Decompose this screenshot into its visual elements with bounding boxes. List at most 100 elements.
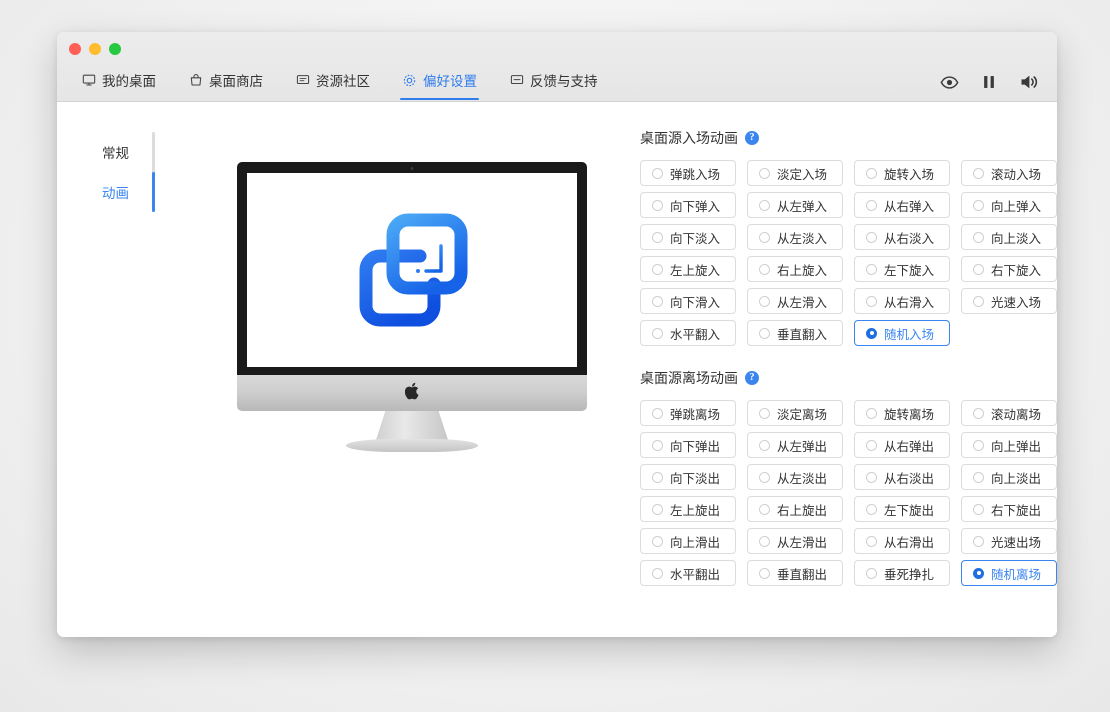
radio-icon — [973, 535, 984, 547]
tab-preferences[interactable]: 偏好设置 — [386, 59, 493, 101]
radio-icon — [866, 231, 877, 243]
option-entrance-1[interactable]: 淡定入场 — [747, 160, 843, 186]
option-label: 向上弹入 — [991, 199, 1042, 214]
option-exit-9[interactable]: 从左淡出 — [747, 464, 843, 490]
tab-feedback-support[interactable]: 反馈与支持 — [493, 59, 614, 101]
maximize-button[interactable] — [109, 43, 121, 55]
option-exit-4[interactable]: 向下弹出 — [640, 432, 736, 458]
sidebar-item-label: 常规 — [102, 146, 129, 161]
option-exit-17[interactable]: 从左滑出 — [747, 528, 843, 554]
option-exit-6[interactable]: 从右弹出 — [854, 432, 950, 458]
option-entrance-7[interactable]: 向上弹入 — [961, 192, 1057, 218]
option-entrance-8[interactable]: 向下淡入 — [640, 224, 736, 250]
entrance-animation-section: 桌面源入场动画 ? 弹跳入场 淡定入场 旋转入场 滚动入场 向下弹入 从左弹入 … — [640, 128, 1057, 346]
option-entrance-11[interactable]: 向上淡入 — [961, 224, 1057, 250]
option-entrance-18[interactable]: 从右滑入 — [854, 288, 950, 314]
option-entrance-9[interactable]: 从左淡入 — [747, 224, 843, 250]
option-exit-2[interactable]: 旋转离场 — [854, 400, 950, 426]
minimize-button[interactable] — [89, 43, 101, 55]
option-exit-15[interactable]: 右下旋出 — [961, 496, 1057, 522]
option-label: 向下弹出 — [670, 439, 721, 454]
option-exit-14[interactable]: 左下旋出 — [854, 496, 950, 522]
option-exit-19[interactable]: 光速出场 — [961, 528, 1057, 554]
option-entrance-21[interactable]: 垂直翻入 — [747, 320, 843, 346]
option-entrance-4[interactable]: 向下弹入 — [640, 192, 736, 218]
eye-icon[interactable] — [939, 72, 959, 92]
option-entrance-6[interactable]: 从右弹入 — [854, 192, 950, 218]
radio-icon — [652, 471, 663, 483]
option-exit-20[interactable]: 水平翻出 — [640, 560, 736, 586]
radio-icon — [973, 263, 984, 275]
section-header: 桌面源入场动画 ? — [640, 128, 1057, 148]
option-label: 淡定离场 — [777, 407, 828, 422]
option-label: 垂直翻出 — [777, 567, 828, 582]
option-label: 向下滑入 — [670, 295, 721, 310]
option-label: 向上滑出 — [670, 535, 721, 550]
help-icon[interactable]: ? — [745, 131, 759, 145]
option-label: 向下弹入 — [670, 199, 721, 214]
option-entrance-22[interactable]: 随机入场 — [854, 320, 950, 346]
option-entrance-19[interactable]: 光速入场 — [961, 288, 1057, 314]
tab-label: 桌面商店 — [209, 74, 263, 89]
radio-icon — [866, 263, 877, 275]
option-exit-23[interactable]: 随机离场 — [961, 560, 1057, 586]
option-exit-18[interactable]: 从右滑出 — [854, 528, 950, 554]
option-entrance-10[interactable]: 从右淡入 — [854, 224, 950, 250]
radio-icon — [866, 439, 877, 451]
option-label: 右上旋入 — [777, 263, 828, 278]
option-entrance-2[interactable]: 旋转入场 — [854, 160, 950, 186]
feedback-icon — [509, 73, 524, 88]
option-label: 滚动离场 — [991, 407, 1042, 422]
radio-icon — [759, 407, 770, 419]
option-entrance-3[interactable]: 滚动入场 — [961, 160, 1057, 186]
option-entrance-0[interactable]: 弹跳入场 — [640, 160, 736, 186]
option-exit-1[interactable]: 淡定离场 — [747, 400, 843, 426]
animation-settings-panel: 桌面源入场动画 ? 弹跳入场 淡定入场 旋转入场 滚动入场 向下弹入 从左弹入 … — [582, 102, 1057, 637]
tab-resource-community[interactable]: 资源社区 — [279, 59, 386, 101]
option-exit-11[interactable]: 向上淡出 — [961, 464, 1057, 490]
option-label: 从右滑出 — [884, 535, 935, 550]
option-label: 从左滑出 — [777, 535, 828, 550]
option-exit-8[interactable]: 向下淡出 — [640, 464, 736, 490]
radio-icon — [652, 567, 663, 579]
option-entrance-14[interactable]: 左下旋入 — [854, 256, 950, 282]
radio-icon — [652, 327, 663, 339]
option-exit-12[interactable]: 左上旋出 — [640, 496, 736, 522]
option-label: 左上旋出 — [670, 503, 721, 518]
option-exit-10[interactable]: 从右淡出 — [854, 464, 950, 490]
option-entrance-12[interactable]: 左上旋入 — [640, 256, 736, 282]
option-exit-0[interactable]: 弹跳离场 — [640, 400, 736, 426]
tab-desktop-store[interactable]: 桌面商店 — [172, 59, 279, 101]
tab-my-desktop[interactable]: 我的桌面 — [65, 59, 172, 101]
close-button[interactable] — [69, 43, 81, 55]
option-entrance-5[interactable]: 从左弹入 — [747, 192, 843, 218]
option-exit-7[interactable]: 向上弹出 — [961, 432, 1057, 458]
traffic-lights — [69, 43, 121, 55]
radio-icon — [973, 439, 984, 451]
volume-icon[interactable] — [1019, 72, 1039, 92]
option-exit-5[interactable]: 从左弹出 — [747, 432, 843, 458]
radio-icon — [652, 295, 663, 307]
pause-icon[interactable] — [979, 72, 999, 92]
option-exit-21[interactable]: 垂直翻出 — [747, 560, 843, 586]
option-label: 从右淡入 — [884, 231, 935, 246]
option-entrance-15[interactable]: 右下旋入 — [961, 256, 1057, 282]
option-exit-3[interactable]: 滚动离场 — [961, 400, 1057, 426]
option-entrance-16[interactable]: 向下滑入 — [640, 288, 736, 314]
radio-icon — [759, 503, 770, 515]
option-label: 左下旋入 — [884, 263, 935, 278]
radio-icon — [759, 439, 770, 451]
option-entrance-20[interactable]: 水平翻入 — [640, 320, 736, 346]
option-label: 从左淡出 — [777, 471, 828, 486]
radio-icon — [866, 471, 877, 483]
option-label: 从右淡出 — [884, 471, 935, 486]
option-entrance-13[interactable]: 右上旋入 — [747, 256, 843, 282]
help-icon[interactable]: ? — [745, 371, 759, 385]
option-exit-22[interactable]: 垂死挣扎 — [854, 560, 950, 586]
option-exit-16[interactable]: 向上滑出 — [640, 528, 736, 554]
option-label: 左下旋出 — [884, 503, 935, 518]
option-exit-13[interactable]: 右上旋出 — [747, 496, 843, 522]
option-entrance-17[interactable]: 从左滑入 — [747, 288, 843, 314]
bag-icon — [188, 73, 203, 88]
tab-label: 偏好设置 — [423, 74, 477, 89]
